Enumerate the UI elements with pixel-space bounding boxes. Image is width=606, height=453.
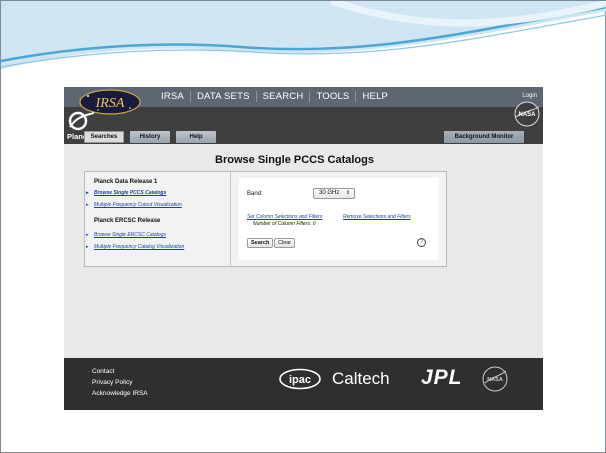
column-filter-count: Number of Column Filters: 0	[253, 221, 316, 227]
clear-button[interactable]: Clear	[274, 238, 296, 248]
sidebar-link-browse-ercsc[interactable]: Browse Single ERCSC Catalogs	[86, 232, 166, 238]
band-select-value: 30 GHz	[319, 190, 340, 196]
nav-search[interactable]: SEARCH	[255, 91, 310, 102]
svg-text:ipac: ipac	[289, 374, 311, 386]
sidebar-link-catalog-visualization[interactable]: Multiple Frequency Catalog Visualization	[86, 244, 184, 250]
presentation-slide: IRSA IRSA DATA SETS SEARCH TOOLS HELP Lo…	[0, 0, 606, 453]
tab-help[interactable]: Help	[176, 131, 216, 143]
nav-irsa[interactable]: IRSA	[155, 91, 190, 102]
search-form: Band: 30 GHz ⇕ Set Column Selections and…	[239, 178, 439, 260]
jpl-logo[interactable]: JPL	[421, 366, 463, 390]
irsa-browser-screenshot: IRSA IRSA DATA SETS SEARCH TOOLS HELP Lo…	[64, 87, 543, 410]
band-select[interactable]: 30 GHz ⇕	[313, 188, 355, 199]
remove-filters-link[interactable]: Remove Selections and Filters	[343, 214, 411, 220]
planck-sidebar: Planck Data Release 1 Browse Single PCCS…	[85, 172, 231, 266]
footer: Contact Privacy Policy Acknowledge IRSA …	[64, 358, 543, 410]
svg-text:NASA: NASA	[518, 112, 536, 118]
nav-tools[interactable]: TOOLS	[309, 91, 355, 102]
ipac-logo[interactable]: ipac	[278, 368, 322, 390]
search-panel: Planck Data Release 1 Browse Single PCCS…	[84, 171, 447, 267]
slide-swoosh-decoration	[1, 1, 606, 69]
section-heading-dr1: Planck Data Release 1	[94, 179, 158, 185]
nasa-logo-icon[interactable]: NASA	[514, 101, 540, 127]
sidebar-link-browse-pccs[interactable]: Browse Single PCCS Catalogs	[86, 190, 166, 196]
footer-link-privacy[interactable]: Privacy Policy	[87, 379, 133, 386]
tab-history[interactable]: History	[130, 131, 170, 143]
nasa-footer-logo-icon[interactable]: NASA	[482, 366, 508, 392]
tab-searches[interactable]: Searches	[84, 131, 124, 143]
band-label: Band:	[247, 191, 263, 197]
search-button[interactable]: Search	[247, 238, 274, 248]
nav-data-sets[interactable]: DATA SETS	[189, 91, 256, 102]
main-nav: IRSA DATA SETS SEARCH TOOLS HELP	[155, 91, 394, 102]
login-link[interactable]: Login	[522, 93, 537, 99]
caltech-logo[interactable]: Caltech	[332, 369, 390, 389]
help-icon[interactable]: ?	[417, 238, 426, 247]
section-heading-ercsc: Planck ERCSC Release	[94, 218, 161, 224]
set-column-filters-link[interactable]: Set Column Selections and Filters	[247, 214, 322, 220]
svg-text:NASA: NASA	[487, 377, 503, 383]
page-title: Browse Single PCCS Catalogs	[215, 154, 374, 166]
sidebar-link-cutout-visualization[interactable]: Multiple Frequency Cutout Visualization	[86, 202, 182, 208]
footer-link-contact[interactable]: Contact	[87, 368, 114, 375]
select-arrows-icon: ⇕	[345, 190, 350, 196]
footer-link-acknowledge[interactable]: Acknowledge IRSA	[87, 390, 148, 397]
nav-help[interactable]: HELP	[355, 91, 394, 102]
background-monitor-button[interactable]: Background Monitor	[444, 131, 524, 143]
